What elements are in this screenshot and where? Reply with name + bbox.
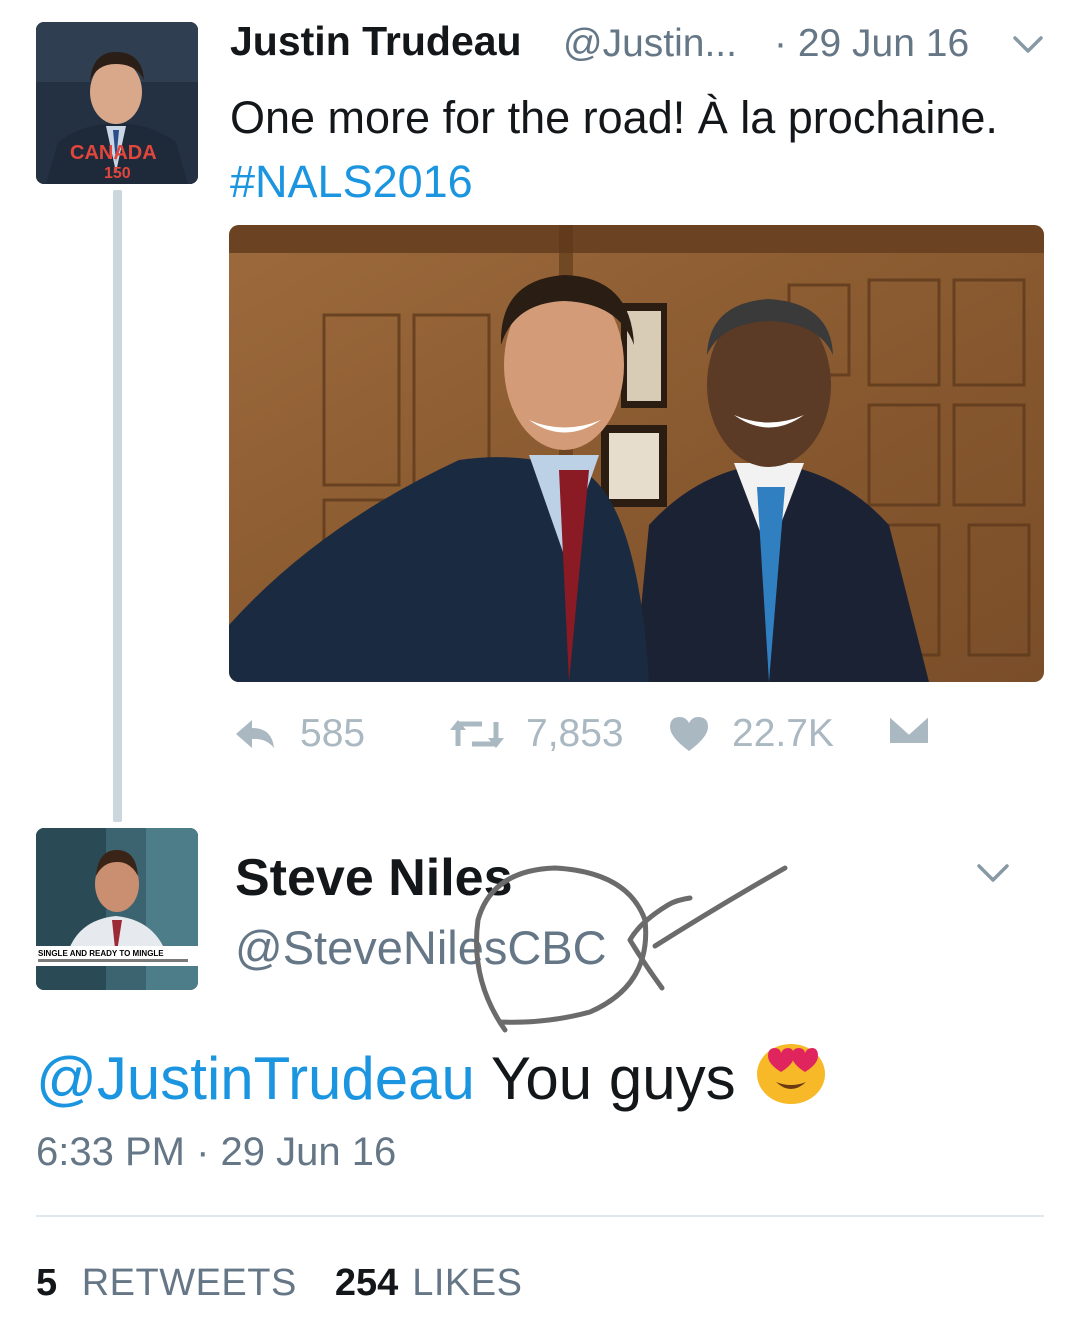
tweet-text: One more for the road! À la prochaine. #… bbox=[230, 86, 1050, 214]
author-handle[interactable]: @SteveNilesCBC bbox=[235, 920, 607, 975]
mention-link[interactable]: @JustinTrudeau bbox=[36, 1044, 475, 1114]
likes-count: 254 bbox=[334, 1262, 399, 1304]
likes-stat[interactable]: 254 LIKES bbox=[335, 1262, 523, 1305]
author-handle[interactable]: @Justin... bbox=[563, 22, 737, 66]
author-name[interactable]: Justin Trudeau bbox=[230, 18, 522, 65]
hashtag-link[interactable]: #NALS2016 bbox=[230, 150, 1050, 214]
retweets-count: 5 bbox=[36, 1262, 58, 1304]
divider bbox=[36, 1215, 1044, 1217]
retweet-icon bbox=[450, 716, 504, 752]
retweet-count: 7,853 bbox=[526, 712, 624, 755]
direct-message-action[interactable] bbox=[887, 712, 931, 746]
steve-niles-avatar[interactable]: SINGLE AND READY TO MINGLE bbox=[36, 828, 198, 990]
heart-icon bbox=[668, 715, 710, 753]
tweet-photo[interactable] bbox=[229, 225, 1044, 682]
tweet-text: @JustinTrudeau You guys bbox=[36, 1036, 828, 1121]
author-name[interactable]: Steve Niles bbox=[235, 848, 513, 908]
tweet-timestamp[interactable]: 6:33 PM · 29 Jun 16 bbox=[36, 1130, 396, 1175]
avatar-canada-badge: CANADA bbox=[70, 142, 157, 164]
chevron-down-icon[interactable] bbox=[976, 862, 1010, 891]
reply-action[interactable]: 585 bbox=[232, 712, 365, 756]
heart-eyes-emoji-icon bbox=[754, 1036, 828, 1121]
avatar-news-banner: SINGLE AND READY TO MINGLE bbox=[38, 949, 164, 958]
like-action[interactable]: 22.7K bbox=[668, 712, 834, 756]
retweets-label: RETWEETS bbox=[81, 1262, 297, 1304]
tweet-time[interactable]: · 29 Jun 16 bbox=[774, 22, 969, 66]
chevron-down-icon[interactable] bbox=[1012, 34, 1044, 61]
likes-label: LIKES bbox=[412, 1262, 523, 1304]
reply-count: 585 bbox=[300, 712, 366, 755]
envelope-icon bbox=[887, 712, 931, 746]
tweet-body: You guys bbox=[490, 1044, 736, 1112]
avatar-canada-number: 150 bbox=[104, 165, 131, 182]
reply-icon bbox=[232, 716, 278, 752]
like-count: 22.7K bbox=[732, 712, 834, 755]
tweet-body: One more for the road! À la prochaine. bbox=[230, 92, 998, 143]
retweet-action[interactable]: 7,853 bbox=[450, 712, 624, 756]
engagement-stats: 5 RETWEETS 254 LIKES bbox=[36, 1262, 522, 1305]
retweets-stat[interactable]: 5 RETWEETS bbox=[36, 1262, 297, 1305]
thread-connector-line bbox=[113, 190, 122, 822]
trudeau-avatar[interactable]: CANADA 150 bbox=[36, 22, 198, 184]
